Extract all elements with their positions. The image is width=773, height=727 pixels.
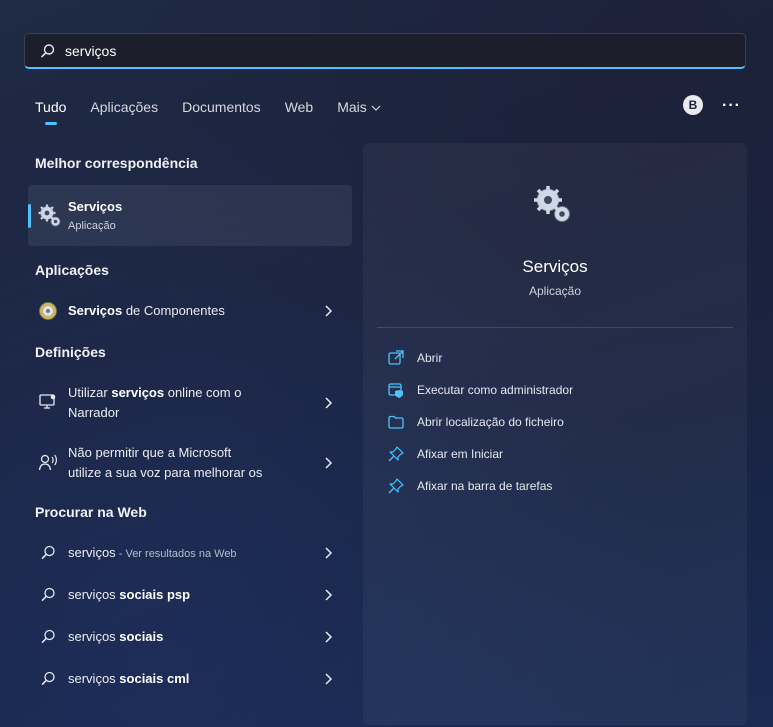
tab-more[interactable]: Mais (337, 99, 381, 115)
search-icon (41, 629, 55, 643)
tab-apps[interactable]: Aplicações (90, 99, 158, 115)
selection-indicator (28, 204, 31, 228)
section-web: Procurar na Web (35, 504, 147, 520)
setting-result-narrator[interactable]: Utilizar serviços online com o Narrador (28, 382, 352, 424)
preview-panel: Serviços Aplicação Abrir Executar como a… (363, 143, 747, 725)
folder-icon (388, 415, 404, 429)
chevron-right-icon (325, 305, 333, 317)
action-run-as-admin[interactable]: Executar como administrador (387, 380, 573, 400)
filter-tabs: Tudo Aplicações Documentos Web Mais (35, 99, 405, 125)
search-icon (41, 545, 55, 559)
section-apps: Aplicações (35, 262, 109, 278)
account-avatar[interactable]: B (683, 95, 703, 115)
more-options-button[interactable]: ··· (722, 97, 741, 115)
admin-icon (388, 383, 403, 398)
chevron-right-icon (325, 589, 333, 601)
action-pin-to-taskbar[interactable]: Afixar na barra de tarefas (387, 476, 552, 496)
setting-result-voice-privacy[interactable]: Não permitir que a Microsoft utilize a s… (28, 442, 352, 484)
chevron-right-icon (325, 673, 333, 685)
web-result[interactable]: serviços sociais (28, 627, 352, 647)
search-icon (41, 43, 55, 57)
action-pin-to-start[interactable]: Afixar em Iniciar (387, 444, 503, 464)
speech-icon (38, 454, 57, 471)
web-result[interactable]: serviços sociais psp (28, 585, 352, 605)
setting-result-label: Não permitir que a Microsoft utilize a s… (68, 445, 263, 480)
chevron-right-icon (325, 397, 333, 409)
action-label: Afixar na barra de tarefas (417, 479, 553, 493)
best-match-subtitle: Aplicação (68, 220, 116, 232)
web-result[interactable]: serviços sociais cml (28, 669, 352, 689)
best-match-result[interactable]: Serviços Aplicação (28, 185, 352, 246)
web-result-label: serviços sociais psp (68, 587, 191, 602)
setting-result-label: Utilizar serviços online com o Narrador (68, 385, 242, 420)
services-gear-icon (534, 186, 570, 222)
web-result-label: serviços sociais (68, 629, 164, 644)
search-box[interactable] (24, 33, 746, 69)
narrator-icon (39, 394, 56, 409)
component-services-icon (39, 302, 57, 320)
app-result-label: Serviços de Componentes (68, 303, 225, 318)
action-open-file-location[interactable]: Abrir localização do ficheiro (387, 412, 564, 432)
preview-title: Serviços (522, 257, 588, 276)
tab-documents[interactable]: Documentos (182, 99, 261, 115)
services-gear-icon (38, 204, 61, 227)
search-input[interactable] (63, 41, 667, 60)
tab-all[interactable]: Tudo (35, 99, 66, 125)
action-label: Executar como administrador (417, 383, 574, 397)
preview-subtitle: Aplicação (528, 284, 582, 298)
app-result-component-services[interactable]: Serviços de Componentes (28, 300, 352, 322)
chevron-right-icon (325, 457, 333, 469)
search-window: Tudo Aplicações Documentos Web Mais B ··… (0, 0, 773, 727)
web-result-label: serviços sociais cml (68, 671, 190, 686)
tab-web[interactable]: Web (285, 99, 314, 115)
pin-icon (388, 478, 404, 494)
web-result[interactable]: serviços - Ver resultados na Web (28, 543, 352, 563)
action-label: Afixar em Iniciar (417, 447, 504, 461)
search-icon (41, 671, 55, 685)
section-best-match: Melhor correspondência (35, 155, 198, 171)
open-icon (388, 350, 404, 365)
divider (377, 327, 733, 328)
chevron-down-icon (371, 105, 381, 111)
best-match-title: Serviços (68, 199, 123, 214)
chevron-right-icon (325, 631, 333, 643)
pin-icon (388, 446, 404, 462)
web-result-label: serviços - Ver resultados na Web (68, 545, 237, 560)
action-open[interactable]: Abrir (387, 348, 442, 368)
action-label: Abrir (417, 351, 443, 365)
search-icon (41, 587, 55, 601)
section-settings: Definições (35, 344, 106, 360)
chevron-right-icon (325, 547, 333, 559)
action-label: Abrir localização do ficheiro (417, 415, 564, 429)
